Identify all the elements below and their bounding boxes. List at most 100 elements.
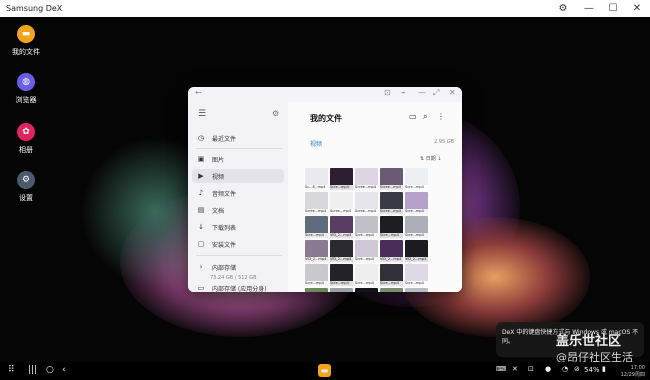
video-thumbnail[interactable]: Scre...mp4 — [405, 264, 428, 286]
video-thumbnail[interactable]: Scre...mp4 — [330, 168, 353, 190]
desktop-icon-browser[interactable]: ◍ 浏览器 — [6, 73, 46, 105]
download-icon: ↓ — [198, 223, 204, 231]
video-thumbnail[interactable]: Scre...mp4 — [355, 288, 378, 292]
apps-grid-icon[interactable]: ⠿ — [8, 365, 15, 375]
video-icon: ▶ — [198, 172, 204, 180]
video-thumbnail[interactable]: VID_2...mp4 — [305, 240, 328, 262]
video-thumbnail[interactable]: Scree...mp4 — [355, 168, 378, 190]
video-thumbnail[interactable]: VID_2...mp4 — [405, 240, 428, 262]
battery-icon: ▮ — [602, 365, 606, 373]
settings-icon[interactable]: ⚙ — [272, 109, 279, 118]
nav-internal-storage[interactable]: › 内部存储 — [192, 260, 284, 274]
clock[interactable]: 17:00 12/29周四 — [615, 365, 645, 378]
video-thumbnail[interactable]: Scree...mp4 — [380, 168, 403, 190]
arrow-down-icon: ↓ — [437, 156, 442, 162]
battery-level: 54% — [584, 366, 600, 374]
gear-icon: ⚙ — [17, 171, 35, 189]
nav-label: 下载列表 — [212, 225, 237, 232]
nav-label: 音频文件 — [212, 191, 237, 198]
video-thumbnail[interactable]: Scre...mp4 — [355, 264, 378, 286]
settings-icon[interactable]: ⚙ — [552, 1, 574, 16]
video-thumbnail[interactable]: Scre...mp4 — [405, 288, 428, 292]
video-filename: VID_2...mp4 — [305, 257, 328, 262]
video-filename: Scre...mp4 — [305, 281, 328, 286]
screenshot-icon[interactable]: ⊡ — [384, 88, 391, 97]
video-thumbnail[interactable]: Scre...mp4 — [305, 288, 328, 292]
search-icon[interactable]: ⌕ — [423, 112, 427, 122]
video-thumbnail[interactable]: Scree...mp4 — [305, 192, 328, 214]
nav-recent[interactable]: ◷ 最近文件 — [192, 131, 284, 145]
mute-icon[interactable]: ✕ — [512, 365, 518, 373]
menu-icon[interactable]: ☰ — [198, 109, 206, 119]
video-thumbnail[interactable]: Scre...mp4 — [380, 216, 403, 238]
video-filename: Scre...mp4 — [405, 233, 428, 238]
divider — [196, 148, 282, 149]
video-filename: VID_2...mp4 — [330, 257, 353, 262]
minimize-icon[interactable]: — — [418, 88, 426, 97]
nav-internal-storage-clone[interactable]: ▭ 内部存储 (应用分身) — [192, 281, 284, 292]
keyboard-icon[interactable]: ⌨ — [496, 365, 506, 373]
video-filename: Scree...mp4 — [305, 209, 328, 214]
my-files-taskbar-icon[interactable]: ▬ — [318, 364, 331, 377]
pin-icon[interactable]: ⌁ — [401, 88, 406, 97]
video-thumbnail[interactable]: Scre...mp4 — [405, 192, 428, 214]
back-icon[interactable]: ← — [195, 88, 202, 97]
video-thumbnail[interactable]: Scree...mp4 — [380, 192, 403, 214]
maximize-button[interactable]: ☐ — [602, 1, 624, 16]
music-icon: ♪ — [198, 189, 204, 197]
video-filename: VID_2...mp4 — [330, 233, 353, 238]
video-thumbnail[interactable]: VID_2...mp4 — [330, 216, 353, 238]
video-thumbnail[interactable]: Scre...mp4 — [330, 264, 353, 286]
files-sidebar: ☰ ⚙ ◷ 最近文件 ▣ 图片 ▶ 视频 ♪ 音频文件 ▤ 文档 ↓ 下载列表 … — [188, 102, 288, 292]
nav-documents[interactable]: ▤ 文档 — [192, 203, 284, 217]
video-filename: Scre...mp4 — [330, 185, 353, 190]
expand-icon[interactable]: ⤢ — [433, 88, 439, 98]
nav-installers[interactable]: ▢ 安装文件 — [192, 237, 284, 251]
video-thumbnail[interactable]: Scree...mp4 — [355, 192, 378, 214]
video-thumbnail[interactable]: Scre...mp4 — [355, 216, 378, 238]
desktop-icon-gallery[interactable]: ✿ 相册 — [6, 123, 46, 155]
no-sound-icon: ⊘ — [574, 365, 580, 373]
video-thumbnail[interactable]: Scre...mp4 — [355, 240, 378, 262]
video-thumbnail[interactable]: Scre...mp4 — [380, 288, 403, 292]
minimize-button[interactable]: — — [578, 1, 600, 16]
video-filename: Sc...8_.mp4 — [305, 185, 328, 190]
my-files-window: ← ⊡ ⌁ — ⤢ ✕ ☰ ⚙ ◷ 最近文件 ▣ 图片 ▶ 视频 ♪ 音频文件 … — [188, 87, 462, 292]
video-thumbnail[interactable]: Scre...mp4 — [405, 168, 428, 190]
more-icon[interactable]: ⋮ — [437, 112, 445, 121]
nav-label: 视频 — [212, 174, 225, 181]
sort-button[interactable]: ⇅ 日期 ↓ — [420, 155, 442, 162]
nav-videos[interactable]: ▶ 视频 — [192, 169, 284, 183]
nav-audio[interactable]: ♪ 音频文件 — [192, 186, 284, 200]
nav-label: 文档 — [212, 208, 225, 215]
notification-icon[interactable]: ● — [545, 365, 551, 373]
video-thumbnail[interactable]: Scre...mp4 — [405, 216, 428, 238]
screenshot-icon[interactable]: ⊡ — [528, 365, 534, 373]
video-thumbnail[interactable]: Scre...mp4 — [330, 288, 353, 292]
breadcrumb[interactable]: 视频 — [310, 139, 322, 148]
video-thumbnail[interactable]: Scre...mp4 — [305, 264, 328, 286]
desktop-icon-label: 我的文件 — [12, 48, 40, 56]
video-filename: VID_2...mp4 — [380, 257, 403, 262]
video-filename: Scre...mp4 — [355, 257, 378, 262]
video-filename: Scre...mp4 — [380, 281, 403, 286]
document-icon: ▤ — [197, 206, 205, 214]
desktop-icon-settings[interactable]: ⚙ 设置 — [6, 171, 46, 203]
video-thumbnail[interactable]: Scre...mp4 — [380, 264, 403, 286]
back-icon[interactable]: ‹ — [62, 365, 66, 375]
video-thumbnail[interactable]: Scre...mp4 — [305, 216, 328, 238]
video-thumbnail[interactable]: VID_2...mp4 — [380, 240, 403, 262]
desktop-icon-my-files[interactable]: ▬ 我的文件 — [6, 25, 46, 57]
recents-icon[interactable]: ||| — [28, 365, 37, 375]
close-button[interactable]: ✕ — [626, 1, 648, 16]
video-thumbnail[interactable]: Scree...mp4 — [330, 192, 353, 214]
close-icon[interactable]: ✕ — [449, 88, 456, 97]
folder-icon[interactable]: ▭ — [409, 112, 417, 121]
video-thumbnail[interactable]: VID_2...mp4 — [330, 240, 353, 262]
video-thumbnail[interactable]: Sc...8_.mp4 — [305, 168, 328, 190]
nav-images[interactable]: ▣ 图片 — [192, 152, 284, 166]
home-icon[interactable]: ○ — [46, 365, 54, 375]
video-filename: Scre...mp4 — [405, 185, 428, 190]
nav-label: 最近文件 — [212, 136, 237, 143]
nav-downloads[interactable]: ↓ 下载列表 — [192, 220, 284, 234]
